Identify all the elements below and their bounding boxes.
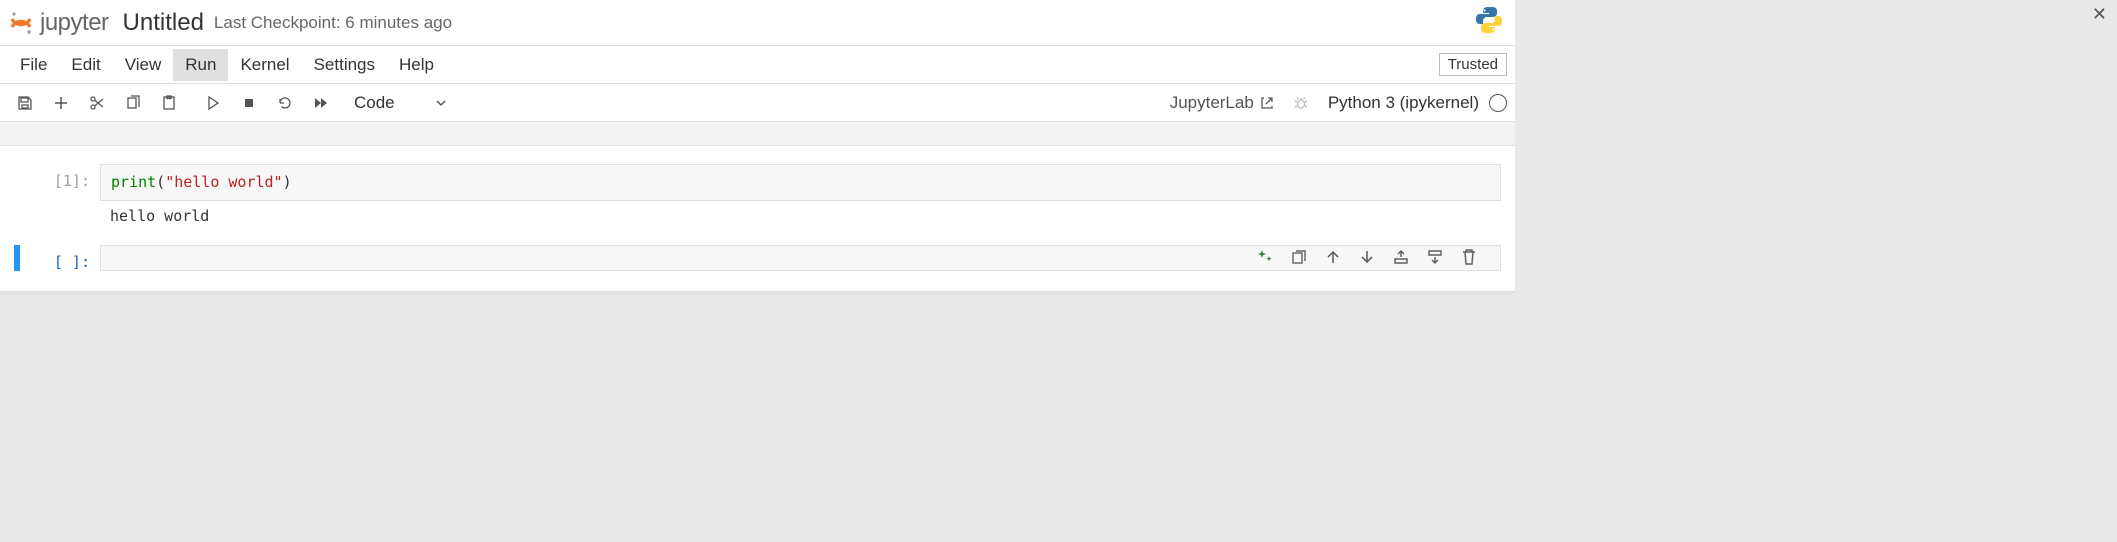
menu-help[interactable]: Help [387,49,446,81]
copy-button[interactable] [116,88,150,118]
jupyter-notebook-app: jupyter Untitled Last Checkpoint: 6 minu… [0,0,1515,297]
arrow-down-icon [1358,248,1376,266]
menu-file[interactable]: File [8,49,59,81]
menu-kernel[interactable]: Kernel [228,49,301,81]
toolbar: Code JupyterLab Python 3 (ipykernel) [0,84,1515,122]
cell-prompt: [ ]: [20,245,100,271]
cell-output: hello world [100,201,1501,231]
move-cell-down-button[interactable] [1357,247,1377,267]
clipboard-icon [161,95,177,111]
interrupt-button[interactable] [232,88,266,118]
menu-bar: File Edit View Run Kernel Settings Help … [0,46,1515,84]
cut-button[interactable] [80,88,114,118]
footer-shadow [0,291,1515,297]
jupyterlab-label: JupyterLab [1170,93,1254,113]
ai-assist-button[interactable] [1255,247,1275,267]
insert-cell-below-button[interactable] [1425,247,1445,267]
chevron-down-icon [435,97,447,109]
play-icon [205,95,221,111]
paste-button[interactable] [152,88,186,118]
insert-below-icon [1426,248,1444,266]
header-bar: jupyter Untitled Last Checkpoint: 6 minu… [0,0,1515,46]
close-window-button[interactable]: ✕ [2092,4,2107,25]
menu-view[interactable]: View [113,49,174,81]
scissors-icon [89,95,105,111]
sparkle-icon [1256,248,1274,266]
fast-forward-icon [313,95,329,111]
restart-run-all-button[interactable] [304,88,338,118]
menu-edit[interactable]: Edit [59,49,112,81]
debugger-button[interactable] [1284,88,1318,118]
menu-run[interactable]: Run [173,49,228,81]
cell-prompt: [1]: [20,164,100,190]
run-button[interactable] [196,88,230,118]
insert-cell-above-button[interactable] [1391,247,1411,267]
save-icon [17,95,33,111]
restart-icon [277,95,293,111]
plus-icon [53,95,69,111]
save-button[interactable] [8,88,42,118]
toolbar-spacer [0,122,1515,146]
insert-above-icon [1392,248,1410,266]
cell-input[interactable]: print("hello world") [100,164,1501,201]
arrow-up-icon [1324,248,1342,266]
delete-cell-button[interactable] [1459,247,1479,267]
cell-toolbar [1255,247,1479,267]
code-cell[interactable]: [1]: print("hello world") hello world [0,164,1515,231]
notebook-title[interactable]: Untitled [123,9,204,37]
kernel-name[interactable]: Python 3 (ipykernel) [1328,93,1479,113]
duplicate-cell-button[interactable] [1289,247,1309,267]
insert-cell-button[interactable] [44,88,78,118]
external-link-icon [1260,96,1274,110]
bug-icon [1293,95,1309,111]
python-logo-icon [1473,4,1505,41]
notebook-area: [1]: print("hello world") hello world [ … [0,146,1515,291]
checkpoint-text: Last Checkpoint: 6 minutes ago [214,13,452,33]
open-jupyterlab-link[interactable]: JupyterLab [1170,93,1274,113]
cell-type-selector[interactable]: Code [348,91,453,115]
kernel-status-indicator[interactable] [1489,94,1507,112]
stop-icon [241,95,257,111]
jupyter-logo[interactable]: jupyter [8,9,109,37]
move-cell-up-button[interactable] [1323,247,1343,267]
duplicate-icon [1290,248,1308,266]
restart-button[interactable] [268,88,302,118]
output-prompt [20,201,100,209]
code-cell[interactable]: [ ]: [0,245,1515,271]
jupyter-logo-icon [8,10,34,36]
menu-settings[interactable]: Settings [302,49,387,81]
trusted-badge[interactable]: Trusted [1439,53,1507,76]
trash-icon [1460,248,1478,266]
cell-type-label: Code [354,93,395,113]
jupyter-logo-text: jupyter [40,9,109,37]
copy-icon [125,95,141,111]
